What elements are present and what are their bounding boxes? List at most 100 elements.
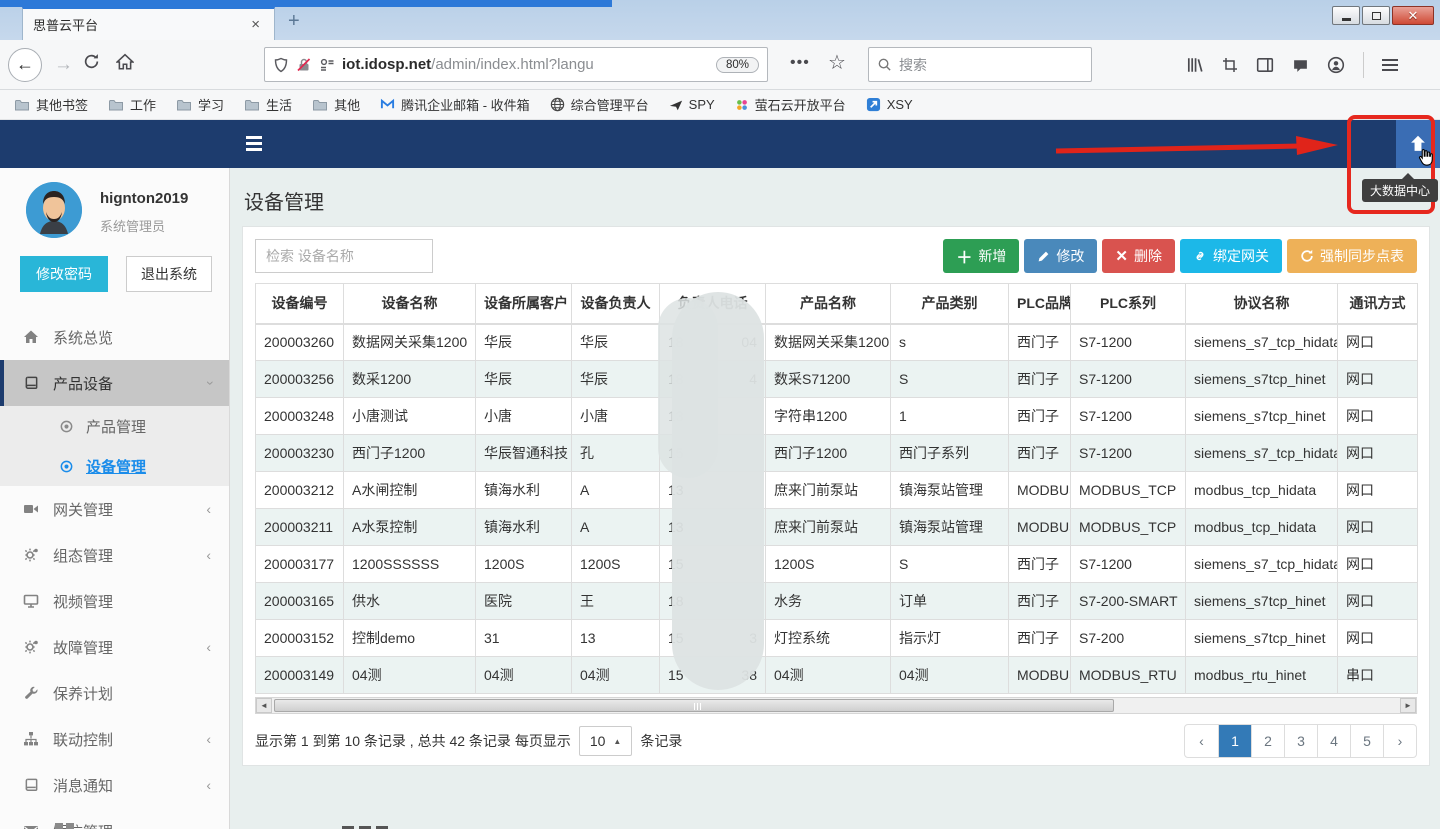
- hscroll-thumb[interactable]: [274, 699, 1114, 712]
- sidebar-item-系统总览[interactable]: 系统总览: [0, 314, 229, 360]
- page-5[interactable]: 5: [1350, 725, 1383, 757]
- page-title: 设备管理: [244, 186, 324, 215]
- browser-tab[interactable]: 思普云平台 ×: [22, 7, 275, 40]
- window-restore-button[interactable]: [1362, 6, 1390, 25]
- column-header[interactable]: PLC品牌: [1009, 284, 1071, 324]
- column-header[interactable]: 设备编号: [256, 284, 344, 324]
- column-header[interactable]: 设备所属客户: [476, 284, 572, 324]
- sidebar-item-消息通知[interactable]: 消息通知‹: [0, 762, 229, 808]
- page-prev[interactable]: ‹: [1185, 725, 1218, 757]
- table-row[interactable]: 200003152控制demo3113 153 灯控系统指示灯西门子S7-200…: [256, 620, 1418, 657]
- change-password-button[interactable]: 修改密码: [20, 256, 108, 292]
- tab-close-icon[interactable]: ×: [247, 16, 264, 33]
- bookmark-item[interactable]: 萤石云开放平台: [735, 95, 846, 114]
- reload-button[interactable]: [83, 53, 100, 76]
- bookmark-item[interactable]: 工作: [108, 95, 156, 114]
- home-button[interactable]: [116, 53, 134, 77]
- column-header[interactable]: 协议名称: [1186, 284, 1338, 324]
- table-row[interactable]: 200003248小唐测试小唐小唐 13 字符串12001西门子S7-1200 …: [256, 398, 1418, 435]
- home-icon: [22, 329, 40, 345]
- sidebar-item-产品设备[interactable]: 产品设备‹: [0, 360, 229, 406]
- back-button[interactable]: ←: [8, 48, 42, 82]
- new-tab-button[interactable]: +: [288, 10, 300, 33]
- ezviz-icon: [735, 98, 749, 112]
- sidebar-item-视频管理[interactable]: 视频管理: [0, 578, 229, 624]
- screenshot-icon[interactable]: [1222, 57, 1238, 73]
- sidebar-item-保养计划[interactable]: 保养计划: [0, 670, 229, 716]
- bookmark-item[interactable]: SPY: [669, 97, 715, 112]
- column-header[interactable]: PLC系列: [1071, 284, 1186, 324]
- page-3[interactable]: 3: [1284, 725, 1317, 757]
- menu-icon[interactable]: [1382, 59, 1398, 71]
- page-4[interactable]: 4: [1317, 725, 1350, 757]
- browser-navbar: ← → iot.idosp.net/admin/index.html?langu…: [0, 40, 1440, 90]
- records-info: 显示第 1 到第 10 条记录 , 总共 42 条记录 每页显示: [255, 731, 571, 751]
- 绑定网关-button[interactable]: 绑定网关: [1180, 239, 1282, 273]
- bookmark-item[interactable]: 学习: [176, 95, 224, 114]
- bookmark-item[interactable]: 其他: [312, 95, 360, 114]
- table-row[interactable]: 2000031771200SSSSSS1200S1200S 15 1200SS西…: [256, 546, 1418, 583]
- library-icon[interactable]: [1186, 56, 1204, 74]
- browser-search-bar[interactable]: 搜索: [868, 47, 1092, 82]
- account-icon[interactable]: [1327, 56, 1345, 74]
- 修改-button[interactable]: 修改: [1024, 239, 1097, 273]
- bookmark-item[interactable]: 综合管理平台: [550, 95, 649, 114]
- table-row[interactable]: 200003256数采1200华辰华辰 184 数采S71200S西门子S7-1…: [256, 361, 1418, 398]
- permissions-icon[interactable]: [319, 57, 335, 73]
- sidebar-item-网关管理[interactable]: 网关管理‹: [0, 486, 229, 532]
- page-2[interactable]: 2: [1251, 725, 1284, 757]
- sidebar-item-组态管理[interactable]: 组态管理‹: [0, 532, 229, 578]
- browser-search-placeholder: 搜索: [899, 55, 927, 75]
- annotation-red-arrow: [1048, 133, 1344, 163]
- bookmark-item[interactable]: XSY: [866, 97, 913, 112]
- table-row[interactable]: 200003211A水泵控制镇海水利A 13 庶来门前泵站镇海泵站管理MODBU…: [256, 509, 1418, 546]
- chevron-down-icon: ‹: [201, 381, 217, 386]
- table-row[interactable]: 200003212A水闸控制镇海水利A 13 庶来门前泵站镇海泵站管理MODBU…: [256, 472, 1418, 509]
- page-next[interactable]: ›: [1383, 725, 1416, 757]
- sidebar-item-短信管理[interactable]: 短信管理: [0, 808, 229, 829]
- sidebar-item-故障管理[interactable]: 故障管理‹: [0, 624, 229, 670]
- column-header[interactable]: 产品类别: [891, 284, 1009, 324]
- chat-bubble-icon[interactable]: [1292, 57, 1309, 74]
- hscroll-right-arrow[interactable]: ►: [1400, 698, 1416, 713]
- sidebar-toggle-icon[interactable]: [246, 136, 262, 151]
- bookmark-item[interactable]: 腾讯企业邮箱 - 收件箱: [380, 95, 530, 114]
- 强制同步点表-button[interactable]: 强制同步点表: [1287, 239, 1417, 273]
- page-1[interactable]: 1: [1218, 725, 1251, 757]
- table-row[interactable]: 200003165供水医院王 18 水务订单西门子S7-200-SMART si…: [256, 583, 1418, 620]
- table-actions: ＋新增修改✕删除绑定网关强制同步点表: [938, 239, 1417, 273]
- spy-icon: [669, 98, 683, 112]
- 新增-button[interactable]: ＋新增: [943, 239, 1019, 273]
- table-row[interactable]: 200003230西门子1200华辰智通科技孔 15 西门子1200西门子系列西…: [256, 435, 1418, 472]
- avatar[interactable]: [26, 182, 82, 238]
- url-bar[interactable]: iot.idosp.net/admin/index.html?langu 80%: [264, 47, 768, 82]
- column-header[interactable]: 通讯方式: [1338, 284, 1418, 324]
- zoom-level-badge[interactable]: 80%: [716, 57, 759, 73]
- sidebar-item-联动控制[interactable]: 联动控制‹: [0, 716, 229, 762]
- device-table: 设备编号设备名称设备所属客户设备负责人负责人电话产品名称产品类别PLC品牌PLC…: [255, 283, 1418, 694]
- folder-icon: [176, 97, 192, 113]
- hscroll-left-arrow[interactable]: ◄: [256, 698, 272, 713]
- forward-button[interactable]: →: [54, 54, 73, 76]
- insecure-lock-icon[interactable]: [296, 57, 312, 73]
- table-hscrollbar[interactable]: ◄ ►: [255, 697, 1417, 714]
- bookmark-item[interactable]: 其他书签: [14, 95, 88, 114]
- window-close-button[interactable]: ✕: [1392, 6, 1434, 25]
- 删除-button[interactable]: ✕删除: [1102, 239, 1175, 273]
- sidebars-icon[interactable]: [1256, 56, 1274, 74]
- window-minimize-button[interactable]: [1332, 6, 1360, 25]
- shield-icon[interactable]: [273, 57, 289, 73]
- column-header[interactable]: 产品名称: [766, 284, 891, 324]
- sidebar-subitem-设备管理[interactable]: 设备管理: [0, 446, 229, 486]
- bookmark-item[interactable]: 生活: [244, 95, 292, 114]
- device-search-input[interactable]: [255, 239, 433, 273]
- table-row[interactable]: 200003260数据网关采集1200华辰华辰 1804 数据网关采集1200s…: [256, 324, 1418, 361]
- logout-button[interactable]: 退出系统: [126, 256, 212, 292]
- page-size-select[interactable]: 10 ▲: [579, 726, 633, 756]
- sidebar-subitem-产品管理[interactable]: 产品管理: [0, 406, 229, 446]
- column-header[interactable]: 设备名称: [344, 284, 476, 324]
- bookmark-star-icon[interactable]: ☆: [828, 50, 846, 75]
- table-row[interactable]: 20000314904测04测04测 1538 04测04测MODBUSMODB…: [256, 657, 1418, 694]
- column-header[interactable]: 设备负责人: [572, 284, 660, 324]
- page-actions-icon[interactable]: •••: [790, 54, 810, 72]
